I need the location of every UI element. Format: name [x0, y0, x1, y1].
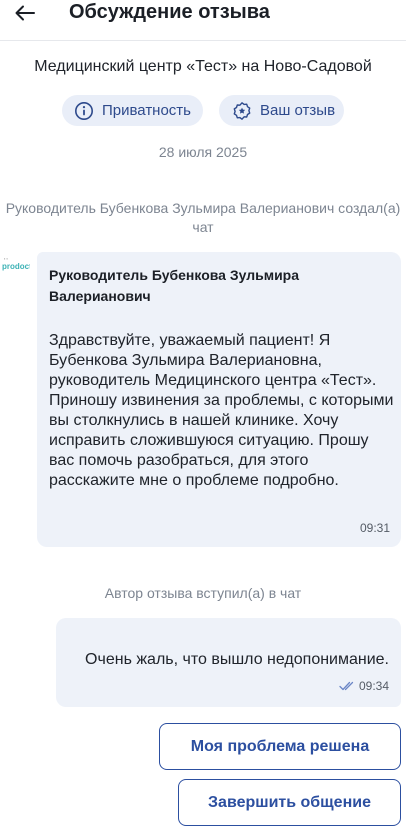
- double-check-icon: [339, 681, 355, 691]
- chat-date: 28 июля 2025: [158, 144, 248, 160]
- outgoing-message-meta: 09:34: [339, 679, 389, 693]
- back-button[interactable]: [12, 2, 38, 24]
- privacy-chip[interactable]: Приватность: [62, 95, 203, 126]
- your-review-chip[interactable]: Ваш отзыв: [219, 95, 344, 126]
- outgoing-message-bubble: Очень жаль, что вышло недопонимание. 09:…: [56, 618, 401, 707]
- avatar-logo-text: prodoctorov: [2, 262, 30, 271]
- your-review-chip-label: Ваш отзыв: [260, 102, 336, 119]
- outgoing-message-text: Очень жаль, что вышло недопонимание.: [85, 651, 389, 668]
- arrow-left-icon: [15, 5, 35, 21]
- outgoing-message-time: 09:34: [358, 679, 389, 693]
- app-header: Обсуждение отзыва: [0, 0, 406, 41]
- message-sender-name: Руководитель Бубенкова Зульмира Валериан…: [49, 267, 300, 304]
- system-message-chat-created: Руководитель Бубенкова Зульмира Валериан…: [5, 200, 401, 235]
- incoming-message-text: Здравствуйте, уважаемый пациент! Я Бубен…: [49, 332, 394, 489]
- badge-star-icon: [232, 101, 252, 121]
- finish-chat-button[interactable]: Завершить общение: [178, 779, 401, 826]
- avatar-logo-mark: ▪ ▪: [4, 256, 8, 261]
- problem-solved-button[interactable]: Моя проблема решена: [159, 723, 401, 770]
- privacy-chip-label: Приватность: [102, 102, 191, 119]
- incoming-message-bubble: Руководитель Бубенкова Зульмира Валериан…: [37, 252, 401, 547]
- info-icon: [74, 101, 94, 121]
- system-message-author-joined: Автор отзыва вступил(а) в чат: [104, 585, 302, 601]
- page-title: Обсуждение отзыва: [69, 1, 270, 23]
- incoming-message-time: 09:31: [359, 521, 390, 535]
- sender-avatar: ▪ ▪ prodoctorov: [0, 254, 30, 276]
- clinic-name: Медицинский центр «Тест» на Ново-Садовой: [34, 58, 372, 75]
